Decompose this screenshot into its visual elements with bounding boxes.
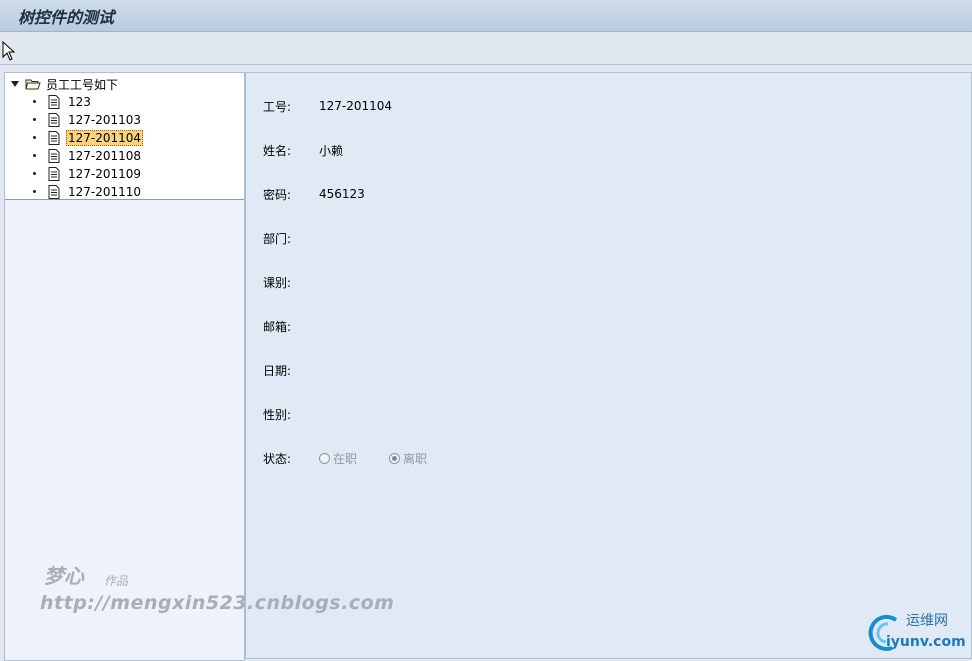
- document-icon: [48, 166, 60, 181]
- tree-item-label: 127-201108: [68, 148, 142, 163]
- site-logo: 运维网 iyunv.com: [866, 610, 970, 656]
- tree-item-127-201110[interactable]: 127-201110: [33, 183, 143, 200]
- date-label: 日期:: [263, 363, 292, 378]
- tree-item-label: 127-201104: [66, 129, 144, 146]
- tree-item-127-201104[interactable]: 127-201104: [33, 129, 144, 146]
- gender-row: 性别:: [263, 405, 319, 423]
- name-value: 小赖: [319, 143, 344, 158]
- mouse-cursor-icon: [2, 41, 16, 61]
- department-row: 部门:: [263, 229, 319, 247]
- status-radio-active[interactable]: 在职: [319, 450, 357, 467]
- tree-item-label: 127-201109: [68, 166, 142, 181]
- tree-item-label: 127-201110: [68, 184, 142, 199]
- name-label: 姓名:: [263, 143, 292, 158]
- status-label: 状态:: [263, 451, 292, 466]
- password-value: 456123: [319, 187, 365, 201]
- tree-item-127-201108[interactable]: 127-201108: [33, 147, 143, 164]
- status-radio-resigned[interactable]: 离职: [389, 450, 427, 467]
- status-option-label: 离职: [403, 451, 428, 466]
- job-no-label: 工号:: [263, 99, 292, 114]
- window-title: 树控件的测试: [18, 8, 115, 27]
- department-label: 部门:: [263, 231, 292, 246]
- section-row: 课别:: [263, 273, 319, 291]
- password-row: 密码: 456123: [263, 185, 365, 203]
- tree-control[interactable]: 员工工号如下 123 127-201103 127-201104 127-201…: [5, 73, 244, 200]
- bullet-icon: [33, 100, 36, 103]
- bullet-icon: [33, 172, 36, 175]
- bullet-icon: [33, 154, 36, 157]
- watermark-url: http://mengxin523.cnblogs.com: [40, 592, 395, 614]
- tree-item-127-201109[interactable]: 127-201109: [33, 165, 143, 182]
- collapse-arrow-icon[interactable]: [11, 81, 19, 87]
- document-icon: [48, 130, 60, 145]
- tree-item-label: 123: [68, 94, 91, 109]
- document-icon: [48, 184, 60, 199]
- document-icon: [48, 94, 60, 109]
- job-no-row: 工号: 127-201104: [263, 97, 392, 115]
- logo-name: 运维网: [906, 613, 948, 629]
- logo-domain: iyunv.com: [886, 634, 966, 650]
- watermark-sub: 作品: [104, 574, 129, 588]
- tree-item-127-201103[interactable]: 127-201103: [33, 111, 143, 128]
- watermark-signature: 梦心: [44, 564, 84, 588]
- title-bar: 树控件的测试: [0, 0, 972, 32]
- radio-icon[interactable]: [319, 452, 330, 464]
- document-icon: [48, 148, 60, 163]
- section-label: 课别:: [263, 275, 292, 290]
- bullet-icon: [33, 118, 36, 121]
- name-row: 姓名: 小赖: [263, 141, 343, 159]
- tree-item-123[interactable]: 123: [33, 93, 93, 110]
- job-no-value: 127-201104: [319, 99, 393, 113]
- bullet-icon: [33, 190, 36, 193]
- tree-item-label: 127-201103: [68, 112, 142, 127]
- radio-checked-icon[interactable]: [389, 452, 401, 464]
- bullet-icon: [33, 136, 36, 139]
- email-row: 邮箱:: [263, 317, 319, 335]
- document-icon: [48, 112, 60, 127]
- date-row: 日期:: [263, 361, 319, 379]
- status-row: 状态: 在职 离职: [263, 449, 459, 467]
- password-label: 密码:: [263, 187, 292, 202]
- tree-root-node[interactable]: 员工工号如下: [11, 76, 118, 92]
- detail-pane: 工号: 127-201104 姓名: 小赖 密码: 456123 部门: 课别:…: [245, 72, 972, 659]
- folder-open-icon: [25, 79, 41, 90]
- status-option-label: 在职: [333, 451, 358, 466]
- gender-label: 性别:: [263, 407, 292, 422]
- tree-root-label: 员工工号如下: [46, 77, 119, 92]
- toolbar: [0, 32, 972, 65]
- email-label: 邮箱:: [263, 319, 292, 334]
